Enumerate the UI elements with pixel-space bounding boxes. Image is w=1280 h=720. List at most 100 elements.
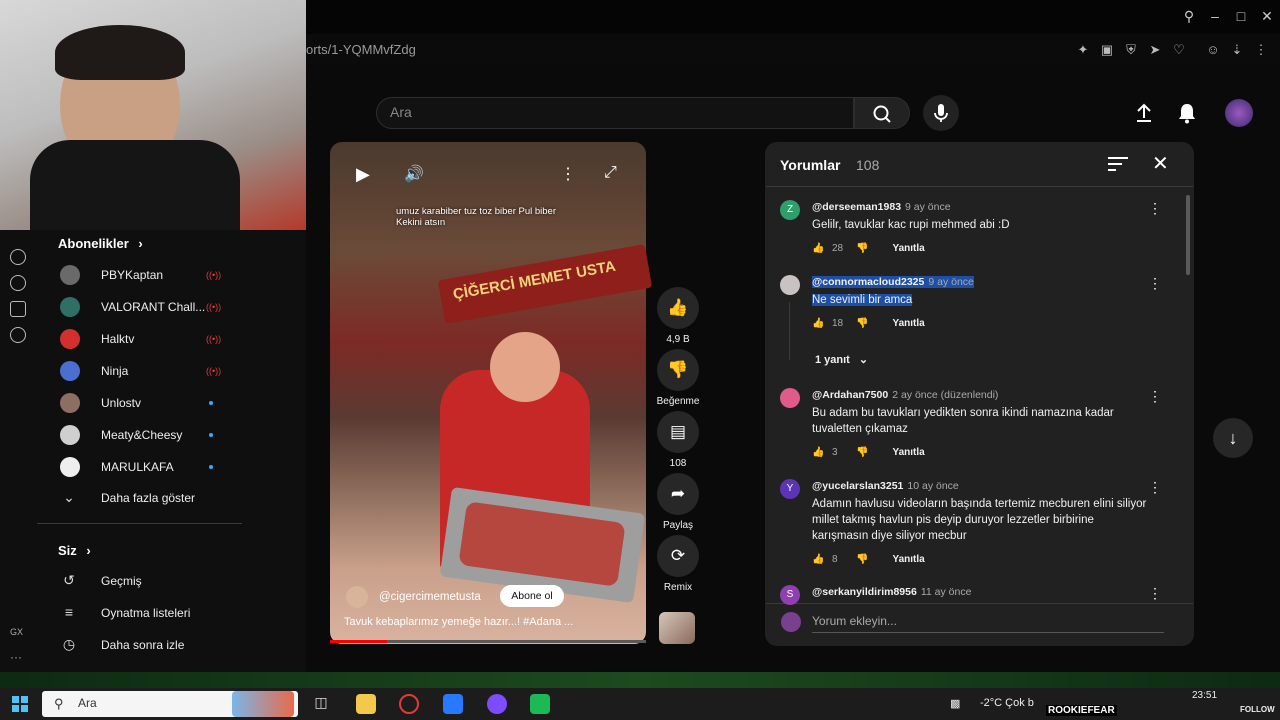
play-icon[interactable]: ▶ [356, 164, 376, 184]
thumb-up-icon[interactable]: 👍 [657, 287, 699, 329]
commenter-avatar[interactable]: Y [780, 479, 800, 499]
share-icon[interactable]: ➦ [657, 473, 699, 515]
remix-action[interactable]: ⟳ Remix [656, 535, 700, 593]
fullscreen-icon[interactable]: ⤢ [604, 164, 617, 182]
send-icon[interactable]: ➤ [1146, 42, 1164, 58]
thumb-down-icon[interactable]: 👎 [856, 243, 868, 254]
comments-scrollbar-thumb[interactable] [1186, 195, 1190, 275]
comment-author[interactable]: @serkanyildirim8956 [812, 586, 917, 598]
close-window-icon[interactable]: ✕ [1257, 8, 1277, 25]
comment-author-line[interactable]: @yucelarslan3251 10 ay önce [812, 480, 959, 492]
reply-button[interactable]: Yanıtla [892, 318, 924, 329]
sidebar-item-oynatma-listeleri[interactable]: ≡ Oynatma listeleri [58, 597, 238, 629]
comment-menu-icon[interactable]: ⋮ [1148, 388, 1162, 405]
comment-icon[interactable]: ▤ [657, 411, 699, 453]
taskbar-search-text[interactable]: Ara [78, 696, 97, 710]
comments-action[interactable]: ▤ 108 [656, 411, 700, 469]
play-circle-icon[interactable] [10, 249, 26, 265]
video-title[interactable]: Tavuk kebaplarımız yemeğe hazır...! #Ada… [344, 616, 573, 628]
extensions-icon[interactable] [10, 301, 26, 317]
add-comment-input[interactable]: Yorum ekleyin... [812, 614, 897, 628]
opera-gx-icon[interactable] [399, 694, 419, 714]
upload-icon[interactable] [1132, 101, 1156, 130]
comment-author[interactable]: @yucelarslan3251 [812, 480, 903, 492]
search-highlight-image[interactable] [232, 691, 294, 717]
search-button[interactable] [854, 97, 910, 129]
comment-author-line[interactable]: @connormacloud2325 9 ay önce [812, 276, 974, 288]
comment-time[interactable]: 9 ay önce [928, 276, 974, 288]
screenshot-icon[interactable]: ▣ [1098, 42, 1116, 58]
profile-icon[interactable]: ☺ [1204, 42, 1222, 58]
sort-icon[interactable] [1108, 157, 1128, 173]
gx-icon[interactable]: GX [10, 627, 23, 637]
sidebar-item-subscription[interactable]: Halktv ((•)) [58, 323, 238, 355]
comment-time[interactable]: 2 ay önce (düzenlendi) [892, 389, 998, 401]
commenter-avatar[interactable]: Z [780, 200, 800, 220]
minimize-icon[interactable]: – [1205, 8, 1225, 24]
thumb-down-icon[interactable]: 👎 [856, 554, 868, 565]
comment-author[interactable]: @Ardahan7500 [812, 389, 888, 401]
replies-toggle[interactable]: 1 yanıt ⌄ [815, 353, 868, 366]
volume-icon[interactable]: 🔊 [404, 164, 426, 184]
comment-time[interactable]: 11 ay önce [921, 586, 972, 598]
comment-time[interactable]: 10 ay önce [907, 480, 958, 492]
sidebar-item-subscription[interactable]: VALORANT Chall... ((•)) [58, 291, 238, 323]
comment-menu-icon[interactable]: ⋮ [1148, 275, 1162, 292]
subscriptions-title[interactable]: Abonelikler › [58, 236, 143, 251]
discord-icon[interactable] [487, 694, 507, 714]
more-vert-icon[interactable]: ⋮ [560, 164, 576, 184]
reply-button[interactable]: Yanıtla [892, 554, 924, 565]
app-icon[interactable] [530, 694, 550, 714]
like-action[interactable]: 👍 4,9 B [656, 287, 700, 345]
comment-author[interactable]: @connormacloud2325 [812, 276, 924, 288]
clock-icon[interactable] [10, 275, 26, 291]
sidebar-item-subscription[interactable]: PBYKaptan ((•)) [58, 259, 238, 291]
sidebar-item-subscription[interactable]: Ninja ((•)) [58, 355, 238, 387]
reply-button[interactable]: Yanıtla [892, 447, 924, 458]
search-input[interactable]: Ara [390, 104, 412, 120]
comment-menu-icon[interactable]: ⋮ [1148, 479, 1162, 496]
thumb-down-icon[interactable]: 👎 [856, 318, 868, 329]
comment-author-line[interactable]: @derseeman1983 9 ay önce [812, 201, 951, 213]
sidebar-item-subscription[interactable]: MARULKAFA [58, 451, 238, 483]
comment-menu-icon[interactable]: ⋮ [1148, 585, 1162, 602]
remix-icon[interactable]: ⟳ [657, 535, 699, 577]
thumb-down-icon[interactable]: 👎 [856, 447, 868, 458]
comment-author[interactable]: @derseeman1983 [812, 201, 901, 213]
windows-start-icon[interactable] [12, 696, 28, 712]
search-icon[interactable]: ⚲ [1179, 8, 1199, 25]
download-icon[interactable]: ⇣ [1228, 42, 1246, 58]
sidebar-item-subscription[interactable]: Meaty&Cheesy [58, 419, 238, 451]
clock-time[interactable]: 23:51 [1192, 690, 1217, 701]
subscribe-button[interactable]: Abone ol [500, 585, 564, 607]
thumb-up-icon[interactable]: 👍 [812, 447, 826, 458]
weather-text[interactable]: -2°C Çok b [980, 697, 1034, 709]
more-icon[interactable]: ··· [10, 650, 22, 664]
voice-search-button[interactable] [923, 95, 959, 131]
channel-name[interactable]: @cigercimemetusta [379, 591, 481, 603]
battery-icon[interactable]: ▩ [950, 697, 960, 710]
task-view-icon[interactable]: ◫ [311, 694, 331, 714]
close-icon[interactable]: ✕ [1152, 151, 1169, 176]
next-video-button[interactable]: ↓ [1213, 418, 1253, 458]
dislike-action[interactable]: 👎 Beğenme [656, 349, 700, 407]
sidebar-item-subscription[interactable]: Unlostv [58, 387, 238, 419]
comment-time[interactable]: 9 ay önce [905, 201, 951, 213]
account-avatar[interactable] [1225, 99, 1253, 127]
store-icon[interactable] [443, 694, 463, 714]
thumb-up-icon[interactable]: 👍 [812, 554, 826, 565]
sidebar-item-geçmiş[interactable]: ↺ Geçmiş [58, 565, 238, 597]
you-title[interactable]: Siz › [58, 543, 91, 558]
commenter-avatar[interactable] [780, 388, 800, 408]
search-box[interactable] [376, 97, 854, 129]
channel-avatar[interactable] [346, 586, 368, 608]
thumb-up-icon[interactable]: 👍 [812, 243, 826, 254]
sidebar-item-daha-sonra-izle[interactable]: ◷ Daha sonra izle [58, 629, 238, 661]
url-text[interactable]: orts/1-YQMMvfZdg [306, 42, 416, 57]
thumb-down-icon[interactable]: 👎 [657, 349, 699, 391]
share-action[interactable]: ➦ Paylaş [656, 473, 700, 531]
pin-icon[interactable]: ✦ [1074, 42, 1092, 58]
commenter-avatar[interactable]: S [780, 585, 800, 605]
file-explorer-icon[interactable] [356, 694, 376, 714]
comment-author-line[interactable]: @Ardahan7500 2 ay önce (düzenlendi) [812, 389, 998, 401]
